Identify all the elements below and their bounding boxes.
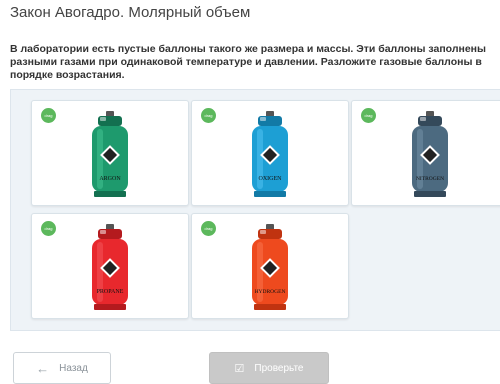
drag-handle-icon[interactable]: drag (201, 108, 216, 123)
drag-handle-icon[interactable]: drag (361, 108, 376, 123)
back-button-label: Назад (59, 362, 88, 374)
check-button[interactable]: ☑ Проверьте (209, 352, 329, 384)
cylinder-card-nitrogen[interactable]: drag NITROGEN (351, 100, 500, 206)
drag-handle-icon[interactable]: drag (41, 108, 56, 123)
gas-cylinder-icon: NITROGEN (412, 111, 448, 197)
page-title: Закон Авогадро. Молярный объем (10, 4, 251, 21)
gas-cylinder-icon: HYDROGEN (252, 224, 288, 310)
question-text: В лаборатории есть пустые баллоны такого… (10, 43, 486, 81)
cylinder-label: PROPANE (97, 289, 124, 295)
cylinder-label: ARGON (99, 176, 121, 182)
cylinder-card-oxigen[interactable]: drag OXIGEN (191, 100, 349, 206)
gas-cylinder-icon: OXIGEN (252, 111, 288, 197)
gas-cylinder-icon: PROPANE (92, 224, 128, 310)
cylinder-label: HYDROGEN (255, 289, 286, 295)
drag-handle-icon[interactable]: drag (41, 221, 56, 236)
drag-handle-icon[interactable]: drag (201, 221, 216, 236)
check-button-label: Проверьте (254, 362, 304, 374)
cylinder-label: NITROGEN (416, 176, 444, 182)
gas-cylinder-icon: ARGON (92, 111, 128, 197)
arrow-left-icon: ← (36, 360, 50, 376)
cylinder-board: drag ARGON drag OXIGEN drag NITROGEN dra… (10, 89, 500, 331)
cylinder-card-propane[interactable]: drag PROPANE (31, 213, 189, 319)
back-button[interactable]: ← Назад (13, 352, 111, 384)
cylinder-label: OXIGEN (259, 176, 283, 182)
cylinder-card-argon[interactable]: drag ARGON (31, 100, 189, 206)
cylinder-card-hydrogen[interactable]: drag HYDROGEN (191, 213, 349, 319)
checkbox-icon: ☑ (234, 362, 245, 375)
